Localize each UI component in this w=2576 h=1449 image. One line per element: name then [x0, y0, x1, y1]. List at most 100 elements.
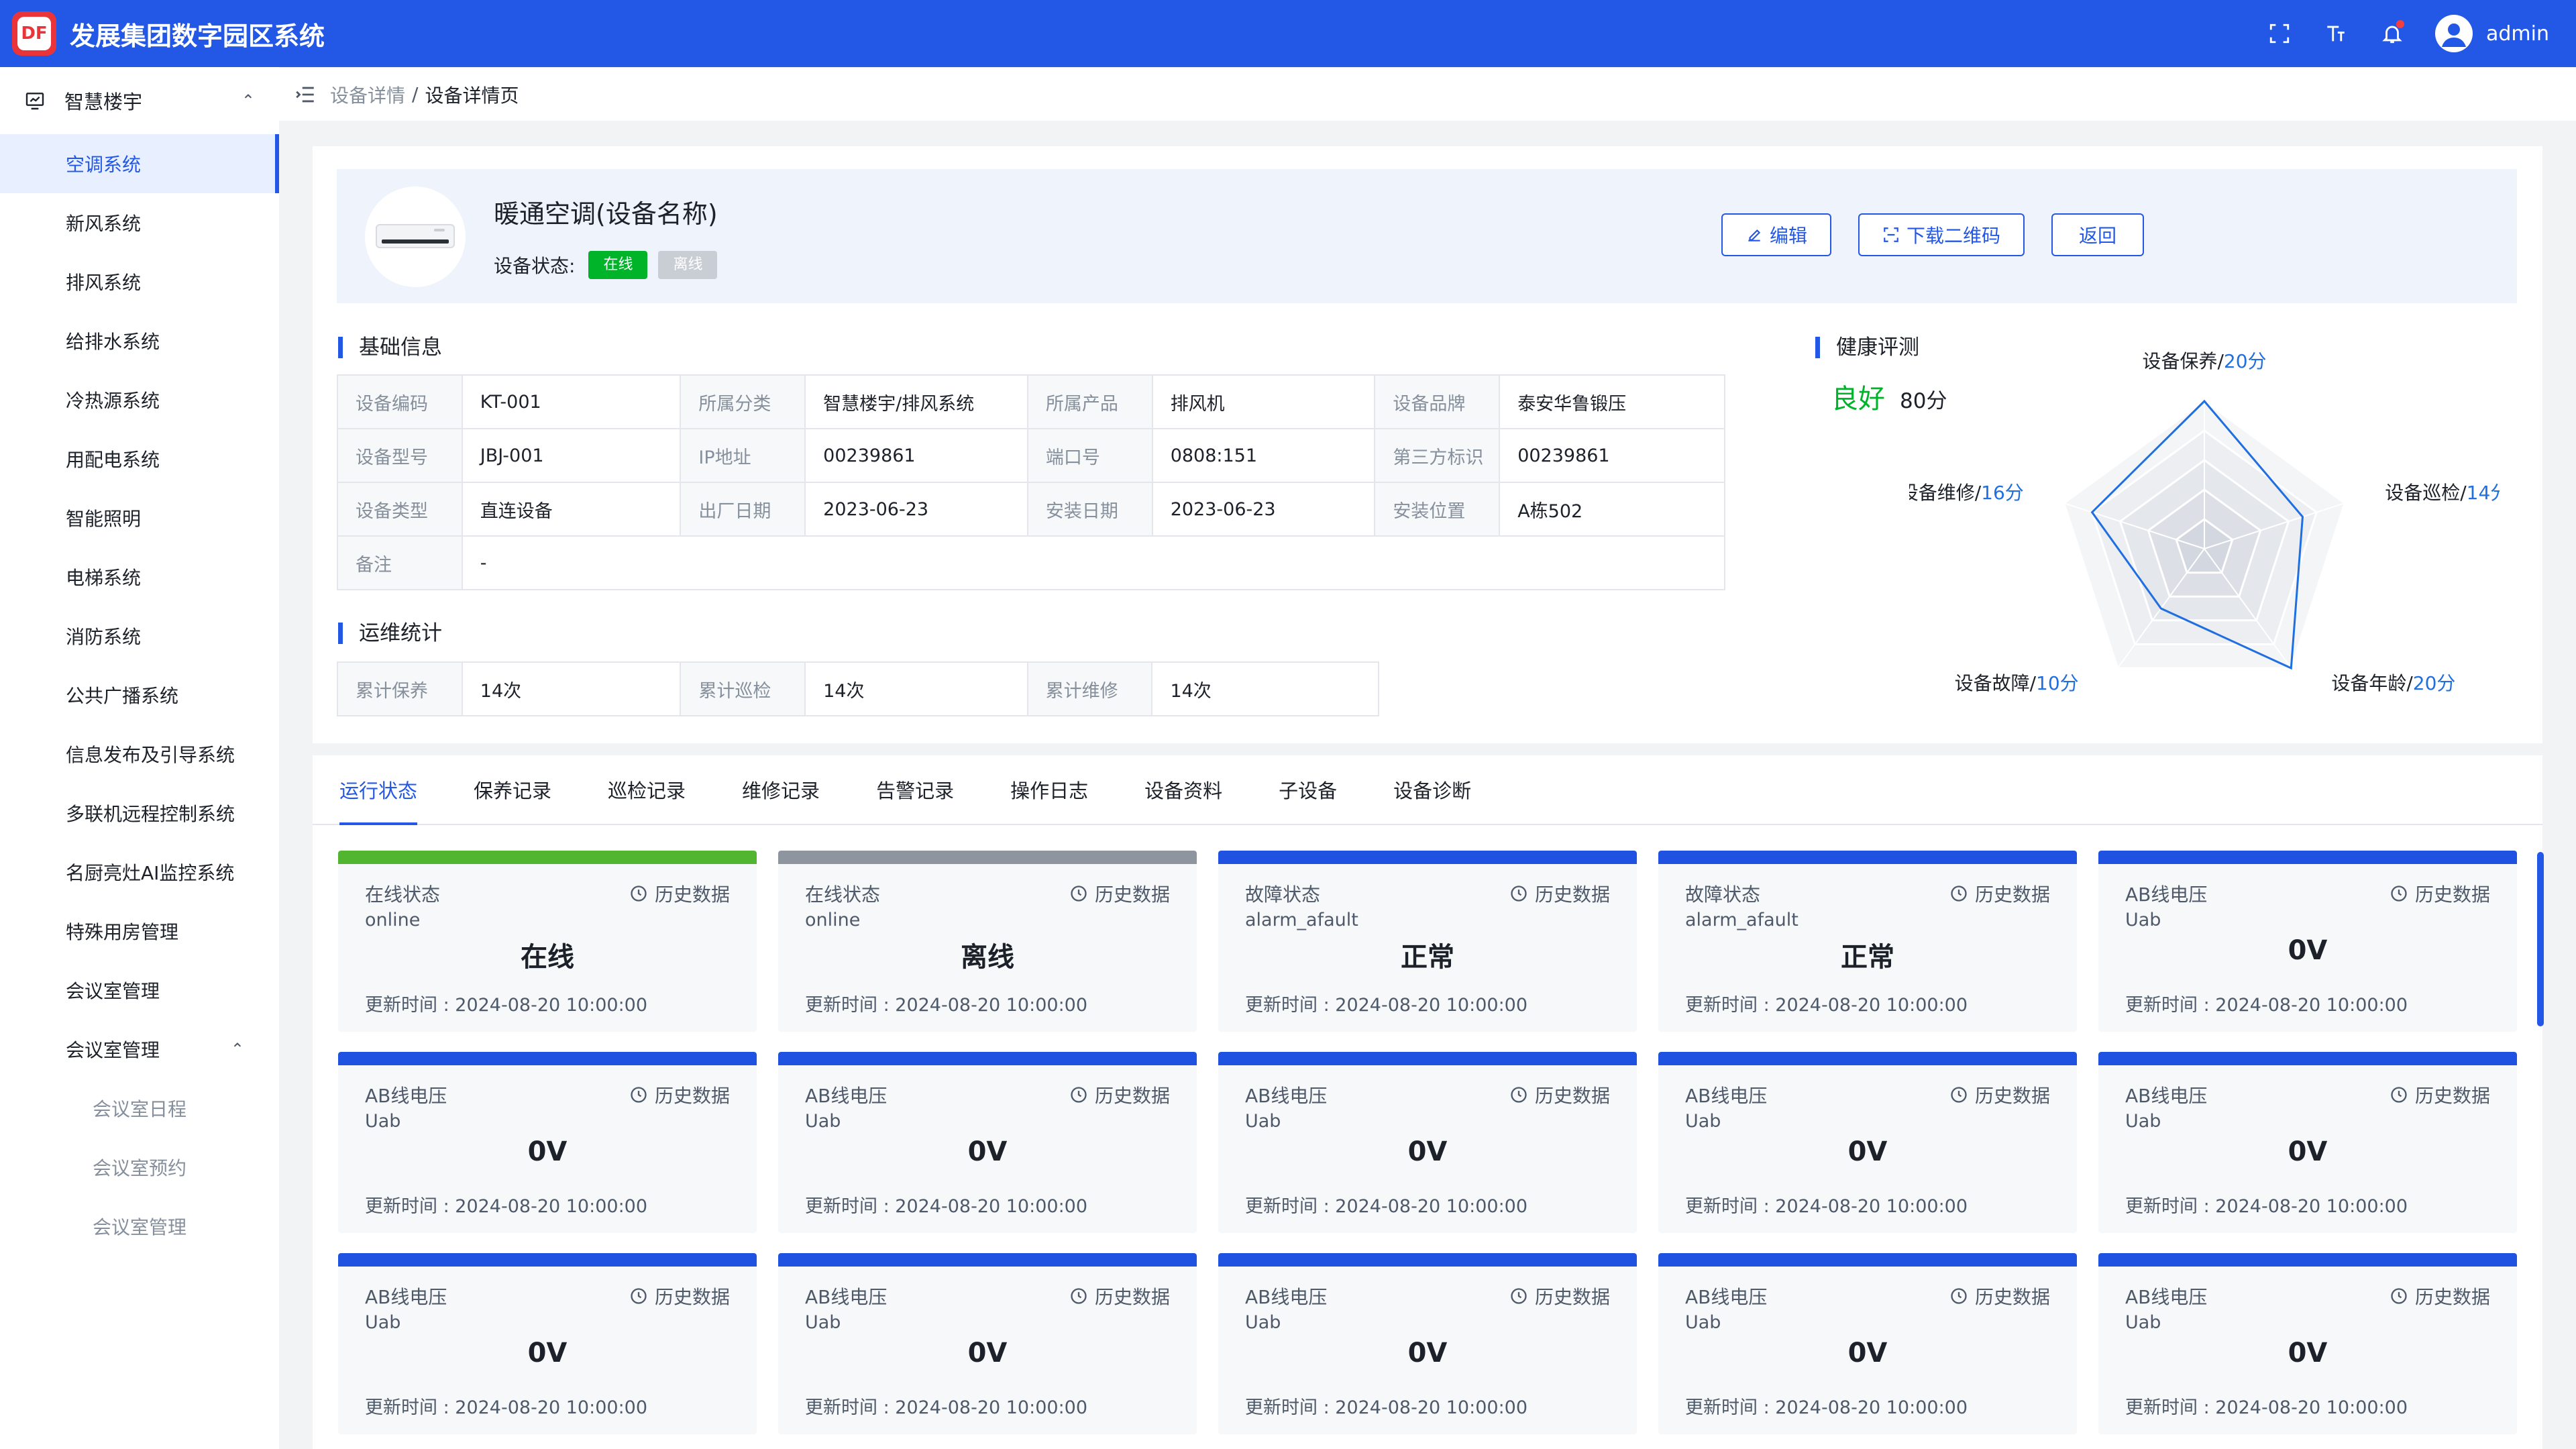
- sidebar-item[interactable]: 名厨亮灶AI监控系统: [0, 843, 279, 902]
- metric-status-bar: [1218, 851, 1637, 864]
- sidebar-item[interactable]: 冷热源系统: [0, 370, 279, 429]
- basic-info-table: 设备编码 KT-001 所属分类 智慧楼宇/排风系统 所属产品 排风机 设备品牌 泰安华鲁锻压…: [337, 374, 1726, 590]
- tab-item[interactable]: 子设备: [1279, 755, 1337, 824]
- health-title: 健康评测: [1815, 337, 1919, 358]
- menu-fold-icon[interactable]: [294, 83, 317, 106]
- metric-value: 0V: [2288, 1338, 2328, 1368]
- radar-axis-label: 设备故障/10分: [1955, 672, 2079, 694]
- sidebar-item[interactable]: 排风系统: [0, 252, 279, 311]
- tab-item[interactable]: 维修记录: [742, 755, 820, 824]
- download-qr-button[interactable]: 下载二维码: [1858, 213, 2025, 256]
- history-link[interactable]: 历史数据: [1949, 1081, 2050, 1108]
- remark-label: 备注: [337, 535, 463, 590]
- metric-title: AB线电压: [1685, 1085, 1768, 1107]
- sidebar-item[interactable]: 信息发布及引导系统: [0, 724, 279, 784]
- radar-axis-score: 10分: [2036, 672, 2079, 694]
- notification-dot: [2396, 20, 2404, 28]
- history-label: 历史数据: [1094, 1085, 1170, 1107]
- health-radar-chart: 设备保养/20分设备巡检/14分设备年龄/20分设备故障/10分设备维修/16分: [1909, 350, 2500, 694]
- metric-title: AB线电压: [2125, 883, 2208, 906]
- history-link[interactable]: 历史数据: [1069, 880, 1170, 907]
- back-button-label: 返回: [2078, 225, 2116, 247]
- history-label: 历史数据: [1974, 1085, 2050, 1107]
- fullscreen-icon[interactable]: [2266, 20, 2293, 47]
- metric-title: AB线电压: [1245, 1286, 1328, 1308]
- metric-value: 0V: [1407, 1338, 1448, 1368]
- edit-button[interactable]: 编辑: [1721, 213, 1831, 256]
- tab-item[interactable]: 告警记录: [876, 755, 954, 824]
- history-link[interactable]: 历史数据: [2390, 1283, 2490, 1309]
- metric-key: Uab: [805, 1312, 841, 1333]
- device-name: 暖通空调(设备名称): [494, 199, 718, 229]
- sidebar-subitem[interactable]: 会议室日程: [0, 1079, 279, 1138]
- history-link[interactable]: 历史数据: [1069, 1283, 1170, 1309]
- sidebar-item[interactable]: 智能照明: [0, 488, 279, 547]
- sidebar-item[interactable]: 会议室管理: [0, 961, 279, 1020]
- back-button[interactable]: 返回: [2051, 213, 2144, 256]
- clock-icon: [1071, 1288, 1087, 1304]
- history-link[interactable]: 历史数据: [2390, 880, 2490, 907]
- sidebar-list: 空调系统 新风系统 排风系统 给排水系统 冷热源系统 用配电系统 智能照明 电梯系统 消防系统公…: [0, 134, 279, 1256]
- info-value: 排风机: [1151, 374, 1376, 429]
- history-link[interactable]: 历史数据: [1509, 1081, 1610, 1108]
- history-link[interactable]: 历史数据: [1509, 880, 1610, 907]
- metric-value: 0V: [1847, 1338, 1888, 1368]
- sidebar-item[interactable]: 公共广播系统: [0, 665, 279, 724]
- sidebar-item[interactable]: 电梯系统: [0, 547, 279, 606]
- metric-key: Uab: [2125, 910, 2161, 930]
- clock-icon: [1951, 1087, 1967, 1103]
- breadcrumb-separator: /: [412, 83, 419, 105]
- history-link[interactable]: 历史数据: [2390, 1081, 2490, 1108]
- sidebar-item[interactable]: 用配电系统: [0, 429, 279, 488]
- bell-icon[interactable]: [2379, 20, 2406, 47]
- metric-card: AB线电压 Uab 历史数据 0V 更新时间 : 2024-08-20 10:00:00: [1658, 1052, 2077, 1233]
- info-label: 出厂日期: [680, 482, 806, 537]
- font-size-icon[interactable]: [2322, 20, 2349, 47]
- ops-value: 14次: [1151, 661, 1379, 716]
- history-link[interactable]: 历史数据: [629, 880, 730, 907]
- sidebar-item[interactable]: 多联机远程控制系统: [0, 784, 279, 843]
- history-label: 历史数据: [1974, 1286, 2050, 1308]
- history-link[interactable]: 历史数据: [1069, 1081, 1170, 1108]
- tab-item[interactable]: 操作日志: [1010, 755, 1088, 824]
- info-value: JBJ-001: [461, 428, 682, 483]
- radar-axis-name: 设备维修/: [1909, 482, 1982, 504]
- tab-item[interactable]: 设备资料: [1144, 755, 1222, 824]
- history-link[interactable]: 历史数据: [629, 1081, 730, 1108]
- history-link[interactable]: 历史数据: [1949, 1283, 2050, 1309]
- history-link[interactable]: 历史数据: [629, 1283, 730, 1309]
- edit-button-label: 编辑: [1769, 225, 1807, 247]
- tab-item[interactable]: 巡检记录: [608, 755, 686, 824]
- info-row-remark: 备注 -: [337, 535, 1726, 590]
- history-label: 历史数据: [1534, 1286, 1610, 1308]
- tab-item[interactable]: 运行状态: [339, 755, 418, 826]
- metric-card: AB线电压 Uab 历史数据 0V 更新时间 : 2024-08-20 10:00:00: [1218, 1253, 1637, 1434]
- info-row: 设备类型 直连设备 出厂日期 2023-06-23 安装日期 2023-06-23 安装位置…: [337, 482, 1725, 537]
- sidebar-subitem[interactable]: 会议室管理: [0, 1197, 279, 1256]
- sidebar-item[interactable]: 新风系统: [0, 193, 279, 252]
- tab-item[interactable]: 保养记录: [474, 755, 551, 824]
- scrollbar-thumb[interactable]: [2537, 852, 2544, 1026]
- sidebar-item[interactable]: 特殊用房管理: [0, 902, 279, 961]
- sidebar-subitem[interactable]: 会议室预约: [0, 1138, 279, 1197]
- history-link[interactable]: 历史数据: [1509, 1283, 1610, 1309]
- info-label: 设备型号: [337, 428, 463, 483]
- device-card: 暖通空调(设备名称) 设备状态: 在线 离线 编辑 下载二维码 返回 基础信息 …: [313, 146, 2542, 743]
- metric-status-bar: [778, 851, 1197, 864]
- metric-updated-time: 更新时间 : 2024-08-20 10:00:00: [1245, 995, 1528, 1016]
- metric-title: AB线电压: [805, 1085, 888, 1107]
- status-badge-online: 在线: [588, 251, 648, 279]
- sidebar-item[interactable]: 空调系统: [0, 134, 279, 193]
- device-status-label: 设备状态:: [494, 255, 576, 277]
- sidebar-item-expanded[interactable]: 会议室管理 ⌃: [0, 1020, 279, 1079]
- breadcrumb-prev[interactable]: 设备详情: [330, 81, 405, 108]
- sidebar-item[interactable]: 消防系统: [0, 606, 279, 665]
- sidebar-item[interactable]: 给排水系统: [0, 311, 279, 370]
- tab-item[interactable]: 设备诊断: [1393, 755, 1471, 824]
- sidebar-group-smart-building[interactable]: 智慧楼宇 ⌃: [0, 67, 279, 134]
- user-menu[interactable]: admin: [2435, 15, 2549, 52]
- radar-axis-score: 14分: [2467, 482, 2500, 504]
- metric-updated-time: 更新时间 : 2024-08-20 10:00:00: [2125, 995, 2408, 1016]
- metric-title: 故障状态: [1245, 883, 1321, 906]
- history-link[interactable]: 历史数据: [1949, 880, 2050, 907]
